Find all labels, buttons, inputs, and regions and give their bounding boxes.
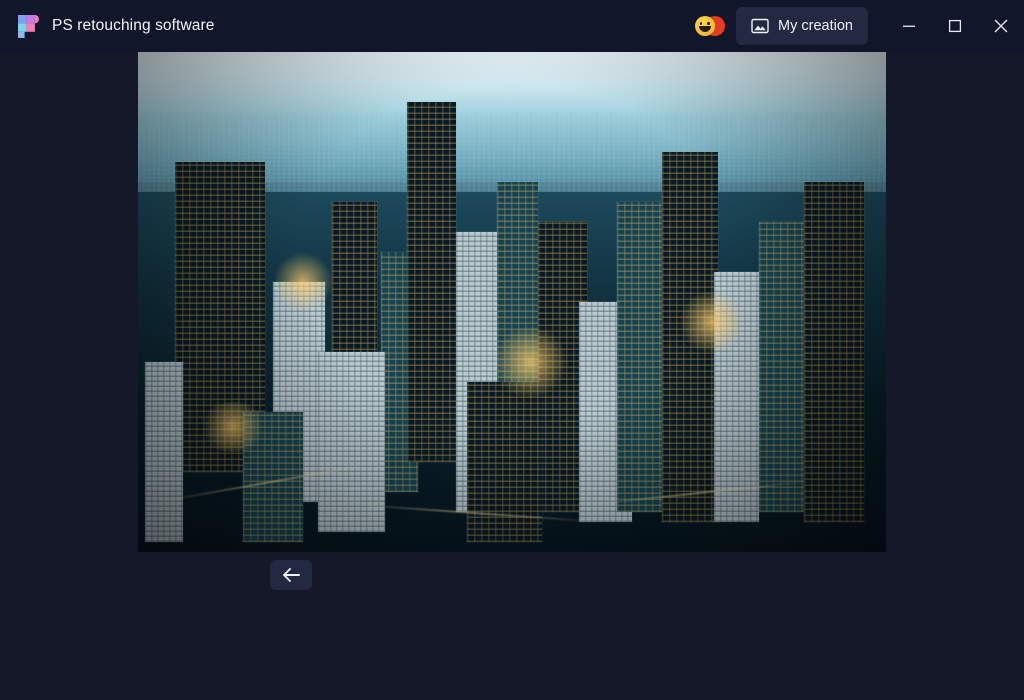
minimize-icon — [902, 19, 916, 33]
minimize-button[interactable] — [886, 0, 932, 52]
photo-canvas[interactable] — [138, 52, 886, 552]
editor-stage — [0, 52, 1024, 592]
app-window: PS retouching software My creation — [0, 0, 1024, 700]
window-controls — [886, 0, 1024, 52]
undo-row — [138, 560, 886, 594]
bottom-toolbar: Change picture — [0, 592, 1024, 700]
ps-logo-icon — [16, 14, 40, 39]
my-creation-label: My creation — [778, 18, 853, 34]
my-creation-button[interactable]: My creation — [736, 7, 868, 45]
app-title: PS retouching software — [52, 17, 214, 35]
maximize-icon — [948, 19, 962, 33]
picture-icon — [751, 18, 769, 34]
title-bar: PS retouching software My creation — [0, 0, 1024, 52]
close-button[interactable] — [978, 0, 1024, 52]
cityscape-photo — [138, 52, 886, 552]
maximize-button[interactable] — [932, 0, 978, 52]
emoji-smiley-icon — [695, 15, 725, 37]
app-brand: PS retouching software — [16, 14, 214, 39]
arrow-left-icon — [281, 567, 301, 583]
emoji-feedback-button[interactable] — [688, 10, 732, 42]
undo-back-button[interactable] — [270, 560, 312, 590]
close-icon — [993, 18, 1009, 34]
